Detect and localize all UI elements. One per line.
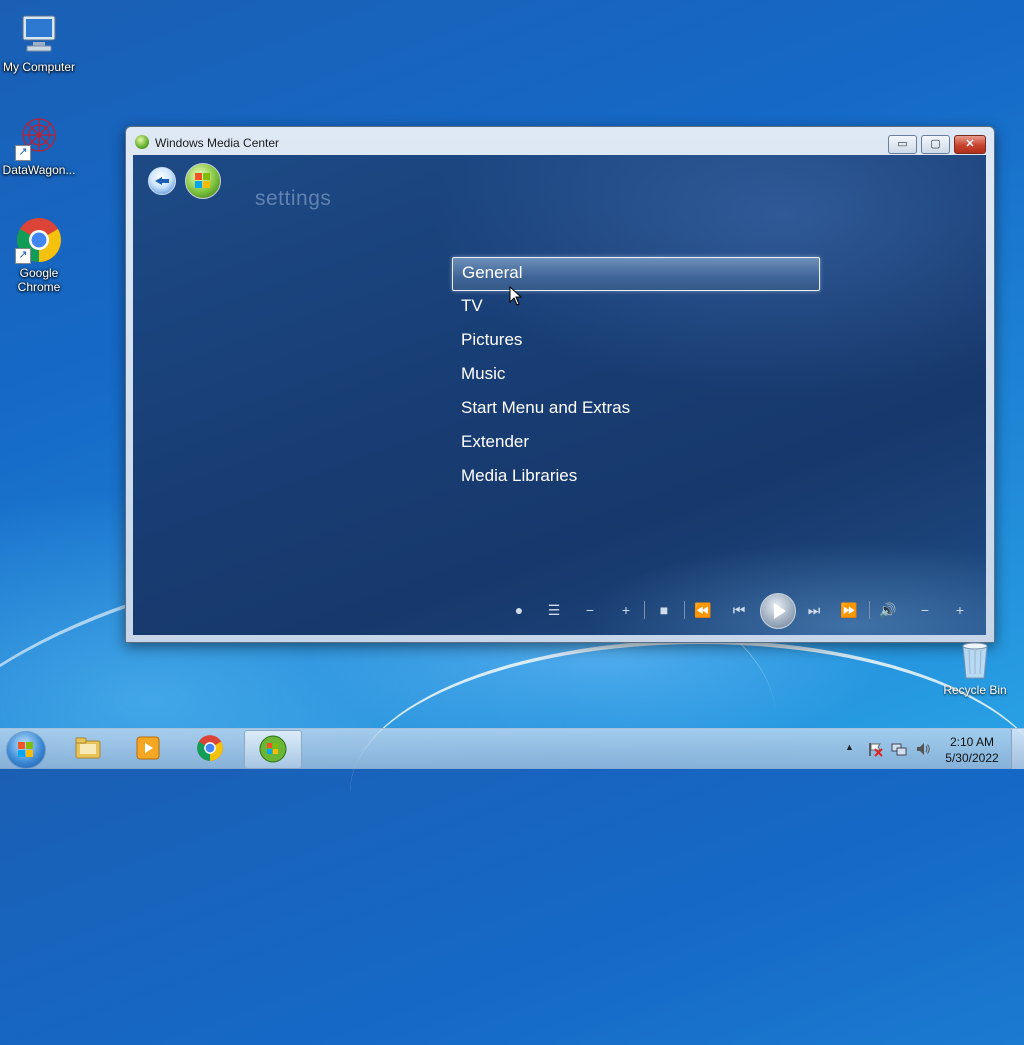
media-center-content: settings General TV Pictures Music Start…: [133, 155, 986, 635]
home-button[interactable]: [185, 163, 221, 199]
system-tray: ▲ 2:10 AM 5/30/2022: [845, 729, 1005, 769]
close-button[interactable]: ✕: [954, 135, 986, 154]
stop-button[interactable]: ■: [653, 595, 675, 625]
menu-item-pictures[interactable]: Pictures: [452, 325, 820, 359]
taskbar-media-player[interactable]: [120, 730, 176, 767]
taskbar-media-center[interactable]: [244, 730, 302, 769]
desktop-icon-label: Recycle Bin: [943, 683, 1007, 697]
transport-controls: ● ☰ − + ■ ⏪ ⏮ ⏭ ⏩ 🔊 − +: [508, 593, 978, 629]
rewind-button[interactable]: ⏪: [692, 595, 714, 625]
menu-item-media-libraries[interactable]: Media Libraries: [452, 461, 820, 495]
clock-date: 5/30/2022: [945, 751, 999, 765]
previous-button[interactable]: ⏮: [728, 595, 750, 625]
network-icon[interactable]: [891, 741, 907, 757]
desktop-icon-label: My Computer: [2, 60, 76, 74]
desktop-icon-recycle-bin[interactable]: Recycle Bin: [942, 640, 1008, 697]
chrome-icon: ↗: [15, 216, 63, 264]
menu-item-extender[interactable]: Extender: [452, 427, 820, 461]
mute-button[interactable]: 🔊: [877, 595, 899, 625]
folder-icon: [75, 737, 101, 759]
maximize-button[interactable]: ▢: [921, 135, 950, 154]
media-center-window: Windows Media Center ▭ ▢ ✕ settings Gene…: [125, 126, 995, 643]
control-separator: [684, 601, 685, 619]
action-center-flag-icon[interactable]: [867, 741, 883, 757]
play-button[interactable]: [760, 593, 796, 629]
desktop-icon-datawagon[interactable]: ↗ DataWagon...: [0, 113, 78, 177]
minimize-button[interactable]: ▭: [888, 135, 917, 154]
shortcut-arrow-icon: ↗: [15, 145, 31, 161]
clock-time: 2:10 AM: [949, 735, 995, 749]
menu-item-start-menu-and-extras[interactable]: Start Menu and Extras: [452, 393, 820, 427]
computer-icon: [15, 10, 63, 58]
media-player-icon: [136, 736, 160, 760]
windows-logo-icon: [195, 173, 211, 189]
desktop-icon-label: Google Chrome: [17, 266, 61, 294]
record-button[interactable]: ●: [508, 595, 530, 625]
media-center-icon: [135, 135, 149, 149]
guide-button[interactable]: ☰: [543, 595, 565, 625]
datawagon-icon: ↗: [15, 113, 63, 161]
start-button[interactable]: [6, 731, 46, 769]
title-bar[interactable]: Windows Media Center ▭ ▢ ✕: [126, 127, 994, 155]
wallpaper-swoosh: [350, 640, 1024, 944]
volume-up-button[interactable]: +: [949, 595, 971, 625]
taskbar-explorer[interactable]: [60, 730, 116, 767]
media-center-icon: [259, 735, 287, 763]
volume-icon[interactable]: [915, 741, 931, 757]
volume-down-button[interactable]: −: [914, 595, 936, 625]
chrome-icon: [197, 735, 223, 761]
show-hidden-icons-button[interactable]: ▲: [845, 742, 854, 752]
desktop-icon-label: DataWagon...: [2, 163, 76, 177]
shortcut-arrow-icon: ↗: [15, 248, 31, 264]
mouse-cursor-icon: [509, 286, 523, 306]
show-desktop-button[interactable]: [1011, 729, 1024, 769]
next-button[interactable]: ⏭: [803, 595, 825, 625]
taskbar: ▲ 2:10 AM 5/30/2022: [0, 728, 1024, 769]
menu-item-tv[interactable]: TV: [452, 291, 820, 325]
desktop-icon-google-chrome[interactable]: ↗ Google Chrome: [0, 216, 78, 294]
settings-menu: General TV Pictures Music Start Menu and…: [452, 257, 820, 495]
window-title: Windows Media Center: [155, 136, 280, 150]
channel-down-button[interactable]: −: [579, 595, 601, 625]
back-button[interactable]: [148, 167, 176, 195]
taskbar-chrome[interactable]: [182, 730, 238, 767]
control-separator: [644, 601, 645, 619]
clock[interactable]: 2:10 AM 5/30/2022: [940, 734, 1004, 766]
fast-forward-button[interactable]: ⏩: [838, 595, 860, 625]
windows-logo-icon: [18, 742, 33, 757]
recycle-bin-icon: [962, 642, 988, 679]
menu-item-general[interactable]: General: [452, 257, 820, 291]
channel-up-button[interactable]: +: [615, 595, 637, 625]
section-title: settings: [255, 187, 332, 210]
desktop-icon-my-computer[interactable]: My Computer: [0, 10, 78, 74]
menu-item-music[interactable]: Music: [452, 359, 820, 393]
control-separator: [869, 601, 870, 619]
